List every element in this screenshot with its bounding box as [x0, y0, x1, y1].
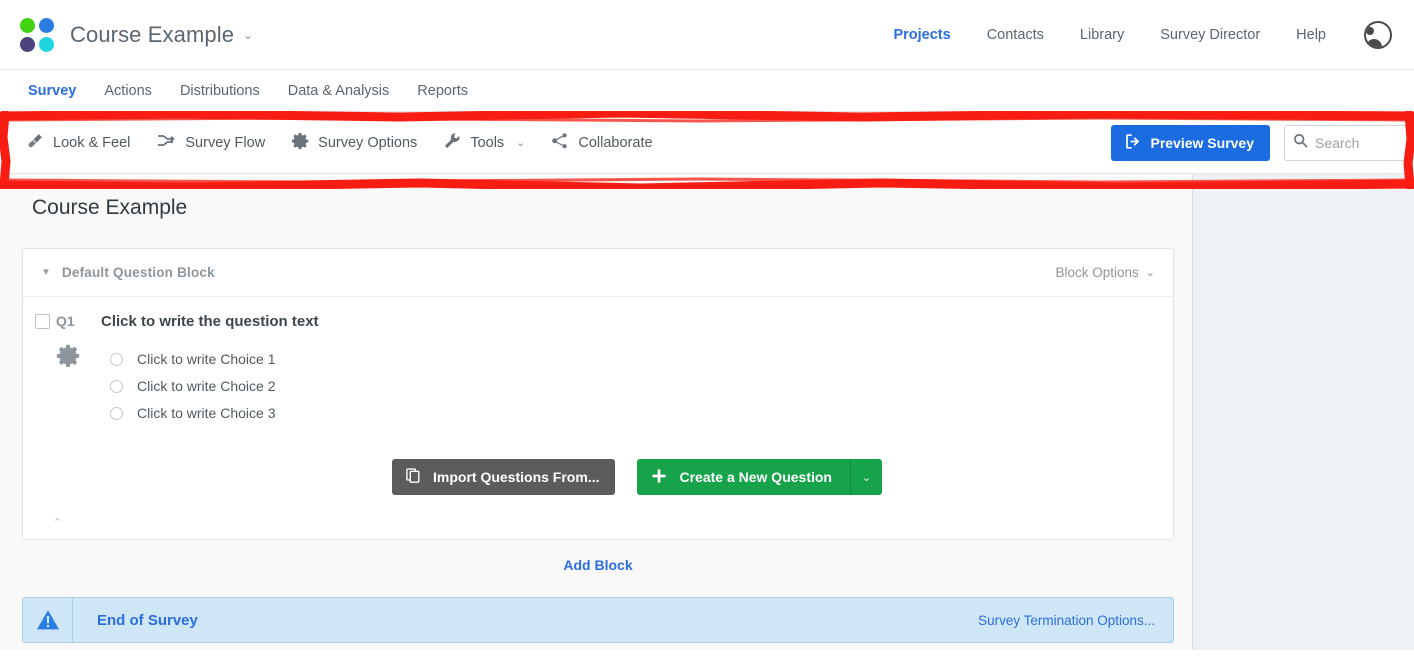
survey-termination-options-link[interactable]: Survey Termination Options... [978, 613, 1173, 628]
survey-flow-icon [156, 132, 176, 154]
search-input[interactable] [1315, 134, 1405, 151]
toolbar-survey-flow-label: Survey Flow [185, 134, 266, 151]
search-box[interactable] [1284, 124, 1414, 161]
choice-label: Click to write Choice 3 [137, 405, 276, 421]
chevron-down-icon: ⌄ [516, 137, 526, 149]
question-content: Click to write the question text Click t… [101, 313, 1173, 505]
qualtrics-logo-icon [20, 17, 54, 52]
question-actions: Import Questions From... Create a New Qu… [101, 427, 1173, 505]
block-footer: ⌃ [23, 505, 1173, 539]
nav-item-contacts[interactable]: Contacts [969, 27, 1062, 43]
warning-triangle-icon [23, 598, 73, 642]
chevron-down-icon: ⌄ [1145, 267, 1155, 279]
toolbar-look-and-feel[interactable]: Look & Feel [26, 132, 130, 154]
survey-toolbar: Look & Feel Survey Flow Survey Options T… [0, 111, 1414, 189]
add-block-row: Add Block [0, 540, 1192, 575]
radio-icon[interactable] [110, 352, 123, 366]
block-options-button[interactable]: Block Options ⌄ [1055, 265, 1155, 280]
create-new-question-label: Create a New Question [679, 469, 832, 485]
toolbar-tools[interactable]: Tools ⌄ [443, 132, 525, 154]
preview-survey-button[interactable]: Preview Survey [1111, 124, 1270, 161]
add-block-link[interactable]: Add Block [563, 557, 632, 573]
preview-survey-label: Preview Survey [1150, 134, 1254, 151]
top-bar: Course Example ⌄ Projects Contacts Libra… [0, 0, 1414, 70]
toolbar-survey-options-label: Survey Options [318, 134, 418, 151]
paintbrush-icon [26, 132, 44, 154]
toolbar-collaborate[interactable]: Collaborate [551, 132, 653, 154]
nav-item-survey-director[interactable]: Survey Director [1142, 27, 1278, 43]
copy-stack-icon [405, 467, 422, 487]
nav-item-library[interactable]: Library [1062, 27, 1142, 43]
body-area: Course Example ▼ Default Question Block … [0, 174, 1414, 650]
tab-survey[interactable]: Survey [14, 71, 90, 111]
end-of-survey-banner: End of Survey Survey Termination Options… [22, 597, 1174, 643]
tab-actions[interactable]: Actions [90, 71, 166, 111]
top-navigation: Projects Contacts Library Survey Directo… [875, 20, 1392, 49]
brand[interactable]: Course Example ⌄ [20, 17, 253, 52]
qualtrics-survey-editor: Course Example ⌄ Projects Contacts Libra… [0, 0, 1414, 661]
wrench-icon [443, 132, 461, 154]
question-settings-gear-icon[interactable] [55, 343, 101, 374]
toolbar-survey-options[interactable]: Survey Options [291, 132, 417, 154]
toolbar-tools-label: Tools [470, 134, 505, 151]
tab-reports[interactable]: Reports [403, 71, 482, 111]
preview-export-icon [1124, 133, 1141, 153]
gear-icon [291, 132, 309, 154]
page-title: Course Example [32, 196, 188, 219]
chevron-up-icon[interactable]: ⌃ [53, 516, 62, 529]
choice-label: Click to write Choice 1 [137, 351, 276, 367]
question-block-card: ▼ Default Question Block Block Options ⌄… [22, 248, 1174, 540]
tab-distributions[interactable]: Distributions [166, 71, 274, 111]
tab-bar: Survey Actions Distributions Data & Anal… [0, 70, 1414, 112]
plus-icon [651, 468, 667, 487]
toolbar-survey-flow[interactable]: Survey Flow [156, 132, 265, 154]
end-of-survey-label: End of Survey [97, 611, 198, 629]
toolbar-look-and-feel-label: Look & Feel [53, 134, 131, 151]
block-header: ▼ Default Question Block Block Options ⌄ [23, 249, 1173, 297]
question-text[interactable]: Click to write the question text [101, 313, 1173, 346]
choice-row[interactable]: Click to write Choice 3 [101, 400, 1173, 427]
choice-label: Click to write Choice 2 [137, 378, 276, 394]
nav-item-projects[interactable]: Projects [875, 27, 968, 43]
import-questions-button[interactable]: Import Questions From... [392, 459, 616, 495]
radio-icon[interactable] [110, 406, 123, 420]
radio-icon[interactable] [110, 379, 123, 393]
project-title: Course Example [70, 21, 235, 47]
right-side-panel [1193, 174, 1414, 650]
chevron-down-icon[interactable]: ⌄ [243, 29, 253, 41]
nav-item-help[interactable]: Help [1278, 27, 1344, 43]
create-new-question-button[interactable]: Create a New Question [637, 459, 850, 495]
chevron-down-icon: ⌄ [861, 471, 872, 484]
share-icon [551, 132, 569, 154]
avatar[interactable] [1364, 20, 1392, 49]
import-questions-label: Import Questions From... [433, 469, 600, 485]
block-name[interactable]: Default Question Block [62, 265, 215, 280]
question-select-checkbox[interactable] [35, 313, 50, 329]
survey-editor-pane: Course Example ▼ Default Question Block … [0, 174, 1193, 650]
question-row: Q1 Click to write the question text Clic… [23, 297, 1173, 505]
create-question-group: Create a New Question ⌄ [637, 459, 882, 495]
choice-row[interactable]: Click to write Choice 2 [101, 373, 1173, 400]
search-icon [1293, 133, 1308, 153]
tab-data-and-analysis[interactable]: Data & Analysis [274, 71, 404, 111]
question-id: Q1 [56, 313, 75, 329]
triangle-down-icon[interactable]: ▼ [41, 267, 51, 278]
question-gutter: Q1 [23, 313, 101, 505]
choice-row[interactable]: Click to write Choice 1 [101, 346, 1173, 373]
create-question-dropdown-button[interactable]: ⌄ [849, 459, 882, 495]
block-options-label: Block Options [1055, 265, 1139, 280]
toolbar-right-group: Preview Survey [1111, 124, 1414, 161]
toolbar-collaborate-label: Collaborate [578, 134, 653, 151]
